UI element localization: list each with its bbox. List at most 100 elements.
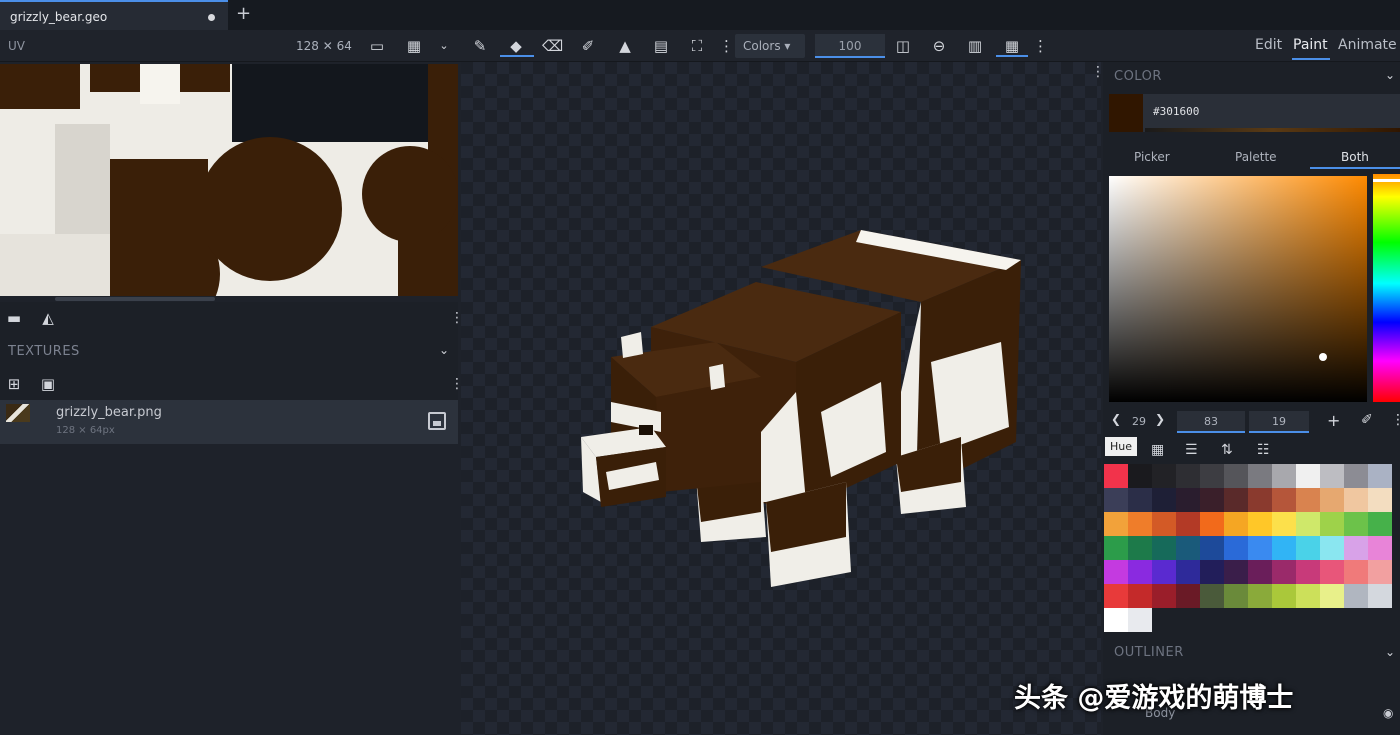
palette-swatch[interactable] xyxy=(1104,512,1128,536)
hue-input[interactable]: 29 xyxy=(1125,411,1153,433)
palette-swatch[interactable] xyxy=(1104,584,1128,608)
palette-swatch[interactable] xyxy=(1152,464,1176,488)
palette-swatch[interactable] xyxy=(1344,464,1368,488)
palette-swatch[interactable] xyxy=(1176,536,1200,560)
eyedropper-icon[interactable]: ✐ xyxy=(1361,412,1373,428)
palette-swatch[interactable] xyxy=(1248,584,1272,608)
hue-slider[interactable] xyxy=(1373,174,1400,402)
palette-swatch[interactable] xyxy=(1152,536,1176,560)
palette-swatch[interactable] xyxy=(1200,560,1224,584)
uv-texture-canvas[interactable] xyxy=(0,64,458,296)
grid-view-icon[interactable]: ▦ xyxy=(404,36,424,56)
palette-swatch[interactable] xyxy=(1176,464,1200,488)
3d-viewport[interactable] xyxy=(461,62,1101,735)
palette-swatch[interactable] xyxy=(1128,608,1152,632)
palette-swatch[interactable] xyxy=(1104,560,1128,584)
visibility-eye-icon[interactable]: ◉ xyxy=(1383,706,1393,720)
palette-swatch[interactable] xyxy=(1152,488,1176,512)
hue-decrease-icon[interactable]: ❮ xyxy=(1111,412,1121,426)
color-mode-select[interactable]: Colors ▾ xyxy=(735,34,805,58)
palette-swatch[interactable] xyxy=(1296,560,1320,584)
hex-color-bar[interactable]: #301600 xyxy=(1109,94,1400,132)
shapes-tool-icon[interactable]: ▲ xyxy=(615,36,635,56)
palette-swatch[interactable] xyxy=(1248,512,1272,536)
list-icon[interactable]: ☷ xyxy=(1257,442,1270,458)
palette-swatch[interactable] xyxy=(1128,536,1152,560)
import-texture-icon[interactable]: ▣ xyxy=(38,374,58,394)
palette-swatch[interactable] xyxy=(1368,512,1392,536)
toolbar-kebab-icon-2[interactable]: ⋮ xyxy=(1033,36,1048,56)
palette-swatch[interactable] xyxy=(1104,488,1128,512)
chevron-down-icon[interactable]: ⌄ xyxy=(434,36,454,56)
saturation-value-picker[interactable] xyxy=(1109,176,1367,402)
palette-swatch[interactable] xyxy=(1176,584,1200,608)
palette-swatch[interactable] xyxy=(1320,560,1344,584)
align-icon[interactable]: ☰ xyxy=(1185,442,1198,458)
brush-tool-icon[interactable]: ✎ xyxy=(470,36,490,56)
palette-swatch[interactable] xyxy=(1224,488,1248,512)
uv-mirror-icon[interactable]: ◭ xyxy=(38,308,58,328)
palette-swatch[interactable] xyxy=(1320,512,1344,536)
uv-scrollbar[interactable] xyxy=(55,297,215,301)
palette-swatch[interactable] xyxy=(1320,584,1344,608)
tab-palette[interactable]: Palette xyxy=(1235,150,1277,164)
palette-swatch[interactable] xyxy=(1104,536,1128,560)
selection-tool-icon[interactable]: ⛶ xyxy=(687,36,707,56)
palette-swatch[interactable] xyxy=(1248,464,1272,488)
add-color-icon[interactable]: + xyxy=(1327,411,1340,430)
tab-both[interactable]: Both xyxy=(1341,150,1369,164)
palette-swatch[interactable] xyxy=(1176,560,1200,584)
palette-swatch[interactable] xyxy=(1152,512,1176,536)
palette-swatch[interactable] xyxy=(1248,536,1272,560)
copy-paste-tool-icon[interactable]: ▤ xyxy=(651,36,671,56)
pixel-perfect-icon[interactable]: ▥ xyxy=(965,36,985,56)
palette-swatch[interactable] xyxy=(1224,512,1248,536)
palette-swatch[interactable] xyxy=(1224,584,1248,608)
palette-swatch[interactable] xyxy=(1296,536,1320,560)
palette-swatch[interactable] xyxy=(1368,464,1392,488)
mode-paint[interactable]: Paint xyxy=(1293,37,1328,53)
palette-swatch[interactable] xyxy=(1272,512,1296,536)
palette-swatch[interactable] xyxy=(1200,464,1224,488)
uv-kebab-icon[interactable]: ⋮ xyxy=(450,310,464,326)
palette-swatch[interactable] xyxy=(1176,488,1200,512)
palette-swatch[interactable] xyxy=(1224,536,1248,560)
saturation-input[interactable]: 83 xyxy=(1177,411,1245,433)
new-tab-button[interactable]: + xyxy=(236,3,251,24)
window-icon[interactable]: ▭ xyxy=(367,36,387,56)
palette-swatch[interactable] xyxy=(1128,488,1152,512)
mirror-icon[interactable]: ◫ xyxy=(893,36,913,56)
collapse-chevron-icon[interactable]: ⌄ xyxy=(1385,68,1395,82)
add-texture-icon[interactable]: ⊞ xyxy=(4,374,24,394)
color-kebab-icon[interactable]: ⋮ xyxy=(1391,412,1400,428)
palette-swatch[interactable] xyxy=(1152,560,1176,584)
palette-swatch[interactable] xyxy=(1224,464,1248,488)
palette-swatch[interactable] xyxy=(1368,488,1392,512)
palette-swatch[interactable] xyxy=(1296,512,1320,536)
palette-swatch[interactable] xyxy=(1224,560,1248,584)
outliner-chevron-icon[interactable]: ⌄ xyxy=(1385,645,1395,659)
mode-edit[interactable]: Edit xyxy=(1255,37,1282,53)
sort-icon[interactable]: ⇅ xyxy=(1221,442,1233,458)
palette-swatch[interactable] xyxy=(1128,512,1152,536)
palette-swatch[interactable] xyxy=(1344,536,1368,560)
palette-swatch[interactable] xyxy=(1296,488,1320,512)
tab-grizzly-bear[interactable]: grizzly_bear.geo xyxy=(0,0,228,30)
eraser-tool-icon[interactable]: ⌫ xyxy=(542,36,563,56)
palette-swatch[interactable] xyxy=(1344,488,1368,512)
palette-swatch[interactable] xyxy=(1200,512,1224,536)
palette-swatch[interactable] xyxy=(1272,560,1296,584)
palette-swatch[interactable] xyxy=(1320,488,1344,512)
hue-increase-icon[interactable]: ❯ xyxy=(1155,412,1165,426)
grid-toggle-icon[interactable]: ▦ xyxy=(1002,36,1022,56)
palette-swatch[interactable] xyxy=(1368,536,1392,560)
mode-animate[interactable]: Animate xyxy=(1338,37,1397,53)
tab-picker[interactable]: Picker xyxy=(1134,150,1170,164)
palette-swatch[interactable] xyxy=(1128,584,1152,608)
palette-swatch[interactable] xyxy=(1248,560,1272,584)
palette-swatch[interactable] xyxy=(1344,560,1368,584)
hue-slider-handle[interactable] xyxy=(1373,179,1400,182)
palette-swatch[interactable] xyxy=(1248,488,1272,512)
texture-list-item[interactable]: grizzly_bear.png 128 × 64px xyxy=(0,400,458,444)
palette-swatch[interactable] xyxy=(1200,488,1224,512)
